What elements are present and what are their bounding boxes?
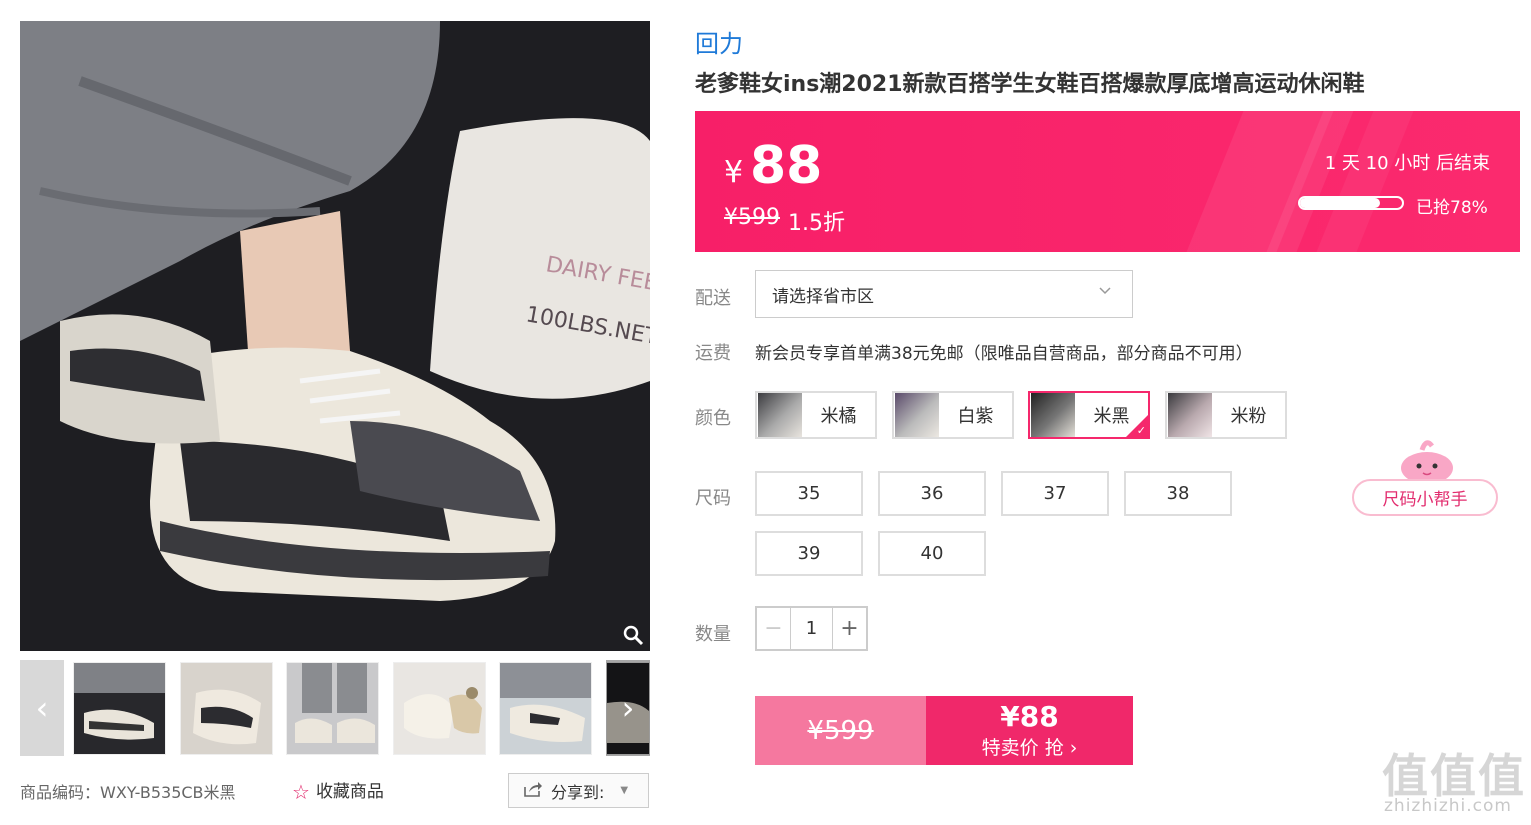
thumbnail-image[interactable]	[393, 662, 486, 755]
color-option-selected[interactable]: 米黑 ✓	[1028, 391, 1150, 439]
quantity-label: 数量	[695, 624, 731, 645]
color-label: 颜色	[695, 408, 731, 429]
check-icon: ✓	[1136, 424, 1146, 437]
favorite-button[interactable]: ☆ 收藏商品	[292, 777, 384, 804]
color-swatch	[758, 393, 802, 437]
increment-button[interactable]: +	[833, 608, 866, 649]
size-option[interactable]: 37	[1001, 471, 1109, 516]
original-price: ¥599	[724, 205, 780, 230]
share-label: 分享到:	[551, 782, 605, 802]
size-option[interactable]: 35	[755, 471, 863, 516]
chevron-down-icon	[1098, 283, 1112, 301]
buy-original-price[interactable]: ¥599	[755, 696, 926, 765]
chevron-right-icon: ›	[621, 689, 635, 727]
color-option[interactable]: 米橘	[755, 391, 877, 439]
thumbnail-image[interactable]	[286, 662, 379, 755]
star-icon: ☆	[292, 780, 310, 804]
countdown-timer: 1 天 10 小时 后结束	[1324, 153, 1490, 174]
size-option[interactable]: 40	[878, 531, 986, 576]
caret-down-icon: ▼	[620, 785, 629, 796]
chevron-left-icon: ‹	[35, 689, 49, 727]
brand-link[interactable]: 回力	[695, 24, 743, 59]
color-option[interactable]: 米粉	[1165, 391, 1287, 439]
share-dropdown[interactable]: 分享到: ▼	[508, 773, 649, 808]
buy-price: ¥88	[1000, 700, 1059, 733]
sold-percentage: 已抢78%	[1416, 198, 1488, 218]
discount-rate: 1.5折	[788, 211, 845, 236]
quantity-value[interactable]: 1	[790, 608, 833, 649]
size-option[interactable]: 36	[878, 471, 986, 516]
size-helper-button[interactable]: 尺码小帮手	[1352, 479, 1498, 516]
thumbnail-image[interactable]	[180, 662, 273, 755]
color-name: 米粉	[1230, 406, 1267, 427]
sold-progress-fill	[1300, 198, 1380, 208]
color-swatch	[895, 393, 939, 437]
thumbnail-image[interactable]	[499, 662, 592, 755]
main-product-photo[interactable]: DAIRY FEED 100LBS.NET	[20, 21, 650, 651]
current-price: 88	[750, 136, 823, 196]
region-placeholder: 请选择省市区	[772, 286, 874, 307]
size-option[interactable]: 39	[755, 531, 863, 576]
favorite-label: 收藏商品	[315, 782, 384, 802]
thumbnail-next-button[interactable]: ›	[606, 660, 650, 756]
thumbnail-image[interactable]	[73, 662, 166, 755]
thumbnail-prev-button[interactable]: ‹	[20, 660, 64, 756]
zoom-icon[interactable]	[622, 624, 646, 648]
sold-progress-bar	[1298, 196, 1404, 210]
color-name: 米橘	[820, 406, 857, 427]
product-title: 老爹鞋女ins潮2021新款百搭学生女鞋百搭爆款厚底增高运动休闲鞋	[695, 72, 1365, 97]
buy-now-button[interactable]: ¥88 特卖价 抢 ›	[926, 696, 1133, 765]
product-code: 商品编码：WXY-B535CB米黑	[20, 783, 236, 802]
size-label: 尺码	[695, 488, 731, 509]
sneaker-illustration: DAIRY FEED 100LBS.NET	[20, 21, 650, 651]
color-name: 白紫	[957, 406, 994, 427]
decrement-button[interactable]: −	[757, 608, 790, 649]
color-swatch	[1031, 393, 1075, 437]
color-option[interactable]: 白紫	[892, 391, 1014, 439]
mascot-icon	[1392, 436, 1462, 484]
freight-label: 运费	[695, 343, 731, 364]
price-currency: ¥	[724, 155, 744, 190]
freight-info: 新会员专享首单满38元免邮（限唯品自营商品，部分商品不可用）	[755, 344, 1253, 364]
color-swatch	[1168, 393, 1212, 437]
site-watermark-url: zhizhizhi.com	[1384, 796, 1512, 816]
region-select[interactable]: 请选择省市区	[755, 270, 1133, 318]
share-icon	[523, 781, 543, 801]
buy-action-label: 特卖价 抢 ›	[981, 737, 1078, 759]
delivery-label: 配送	[695, 288, 731, 309]
size-option[interactable]: 38	[1124, 471, 1232, 516]
quantity-stepper: − 1 +	[755, 606, 868, 651]
